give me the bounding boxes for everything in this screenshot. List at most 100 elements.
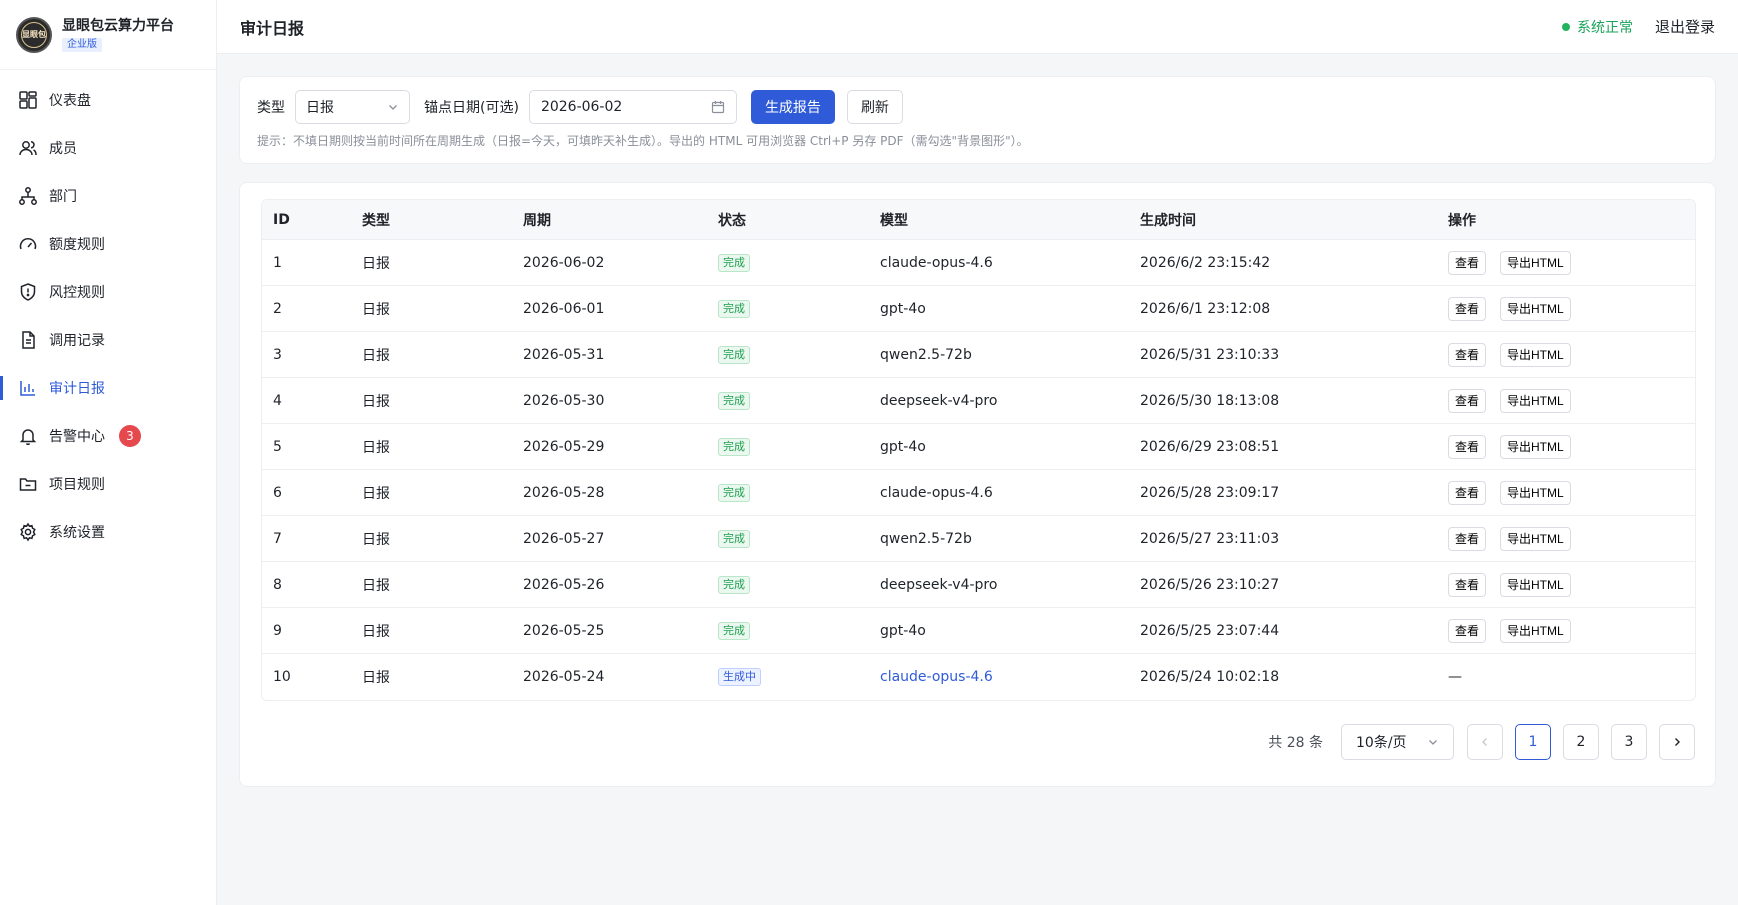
view-button[interactable]: 查看 [1448, 618, 1487, 643]
sidebar-item-risk-rules[interactable]: 风控规则 [0, 268, 216, 316]
chevron-down-icon [1429, 740, 1437, 745]
sidebar-item-project-rules[interactable]: 项目规则 [0, 460, 216, 508]
header-ops: 操作 [1448, 212, 1476, 229]
sidebar-nav: 仪表盘 成员 部门 额度规则 风控规则 调用记录 审计日报 告警中心 3 项目规… [0, 70, 216, 556]
cell-ops: 查看 导出HTML [1437, 434, 1695, 459]
model-name: claude-opus-4.6 [880, 669, 993, 685]
view-button[interactable]: 查看 [1448, 526, 1487, 551]
cell-time: 2026/6/2 23:15:42 [1140, 254, 1271, 271]
type-select[interactable]: 日报 [295, 90, 410, 124]
status-badge: 完成 [718, 299, 750, 318]
generate-report-button[interactable]: 生成报告 [750, 90, 835, 124]
status-badge: 完成 [718, 483, 750, 502]
edition-badge: 企业版 [62, 38, 102, 52]
sidebar-item-quota-rules[interactable]: 额度规则 [0, 220, 216, 268]
sidebar-item-label: 额度规则 [49, 237, 105, 253]
ops-placeholder: — [1448, 669, 1462, 685]
anchor-date-input[interactable]: 2026-06-02 [528, 90, 737, 124]
alert-count-badge: 3 [119, 425, 141, 447]
cell-period: 2026-05-30 [523, 392, 605, 409]
sidebar-item-call-logs[interactable]: 调用记录 [0, 316, 216, 364]
export-html-button[interactable]: 导出HTML [1500, 342, 1571, 367]
cell-ops: 查看 导出HTML [1437, 296, 1695, 321]
header-id: ID [273, 211, 290, 228]
table-body: 1 日报 2026-06-02 完成 claude-opus-4.6 2026/6/2 2… [262, 240, 1695, 700]
sidebar-item-label: 告警中心 [49, 429, 105, 445]
table-row: 5 日报 2026-05-29 完成 gpt-4o 2026/6/29 23:08:51 查… [262, 424, 1695, 470]
cell-ops: 查看 导出HTML [1437, 526, 1695, 551]
export-html-button[interactable]: 导出HTML [1500, 250, 1571, 275]
sidebar-item-alerts[interactable]: 告警中心 3 [0, 412, 216, 460]
logout-button[interactable]: 退出登录 [1655, 16, 1715, 37]
cell-status: 完成 [707, 529, 869, 548]
anchor-date-label: 锚点日期(可选) [424, 100, 519, 116]
cell-period: 2026-05-25 [523, 622, 605, 639]
view-button[interactable]: 查看 [1448, 434, 1487, 459]
bell-icon [19, 429, 37, 446]
cell-id: 9 [273, 622, 282, 639]
view-button[interactable]: 查看 [1448, 342, 1487, 367]
table-row: 4 日报 2026-05-30 完成 deepseek-v4-pro 2026/5/30 … [262, 378, 1695, 424]
cell-period: 2026-05-31 [523, 346, 605, 363]
cell-model: deepseek-v4-pro [869, 577, 1129, 593]
sidebar-item-audit-daily[interactable]: 审计日报 [0, 364, 216, 412]
view-button[interactable]: 查看 [1448, 480, 1487, 505]
anchor-date-value: 2026-06-02 [540, 99, 623, 115]
sidebar-item-departments[interactable]: 部门 [0, 172, 216, 220]
page-button-1[interactable]: 1 [1515, 724, 1551, 760]
model-name: deepseek-v4-pro [880, 392, 998, 409]
page-size-select[interactable]: 10条/页 [1341, 724, 1454, 760]
cell-type: 日报 [362, 623, 390, 640]
cell-ops: 查看 导出HTML [1437, 342, 1695, 367]
prev-page-button[interactable] [1467, 724, 1503, 760]
view-button[interactable]: 查看 [1448, 388, 1487, 413]
export-html-button[interactable]: 导出HTML [1500, 434, 1571, 459]
sidebar-item-settings[interactable]: 系统设置 [0, 508, 216, 556]
cell-type: 日报 [362, 577, 390, 594]
cell-ops: 查看 导出HTML [1437, 572, 1695, 597]
cell-period: 2026-06-02 [523, 254, 605, 271]
view-button[interactable]: 查看 [1448, 296, 1487, 321]
header-period: 周期 [523, 212, 551, 229]
sidebar-item-dashboard[interactable]: 仪表盘 [0, 76, 216, 124]
cell-period: 2026-05-29 [523, 438, 605, 455]
cell-status: 完成 [707, 437, 869, 456]
table-row: 2 日报 2026-06-01 完成 gpt-4o 2026/6/1 23:12:08 查看… [262, 286, 1695, 332]
cell-time: 2026/5/30 18:13:08 [1140, 392, 1280, 409]
export-html-button[interactable]: 导出HTML [1500, 296, 1571, 321]
status-badge: 完成 [718, 437, 750, 456]
cell-type: 日报 [362, 301, 390, 318]
cell-status: 完成 [707, 253, 869, 272]
export-html-button[interactable]: 导出HTML [1500, 480, 1571, 505]
sidebar-item-label: 调用记录 [49, 333, 105, 349]
sidebar-item-members[interactable]: 成员 [0, 124, 216, 172]
folder-icon [19, 478, 37, 491]
next-page-button[interactable] [1659, 724, 1695, 760]
cell-ops: — [1437, 669, 1695, 685]
export-html-button[interactable]: 导出HTML [1500, 526, 1571, 551]
bar-chart-icon [20, 381, 35, 396]
brand[interactable]: 显眼包 显眼包云算力平台 企业版 [0, 0, 216, 70]
export-html-button[interactable]: 导出HTML [1500, 618, 1571, 643]
status-badge: 完成 [718, 621, 750, 640]
view-button[interactable]: 查看 [1448, 572, 1487, 597]
model-name: gpt-4o [880, 622, 926, 639]
status-badge: 完成 [718, 345, 750, 364]
page-size-value: 10条/页 [1356, 735, 1407, 751]
export-html-button[interactable]: 导出HTML [1500, 572, 1571, 597]
total-count: 共 28 条 [1268, 735, 1323, 751]
export-html-button[interactable]: 导出HTML [1500, 388, 1571, 413]
calendar-icon [711, 101, 725, 114]
view-button[interactable]: 查看 [1448, 250, 1487, 275]
model-name: claude-opus-4.6 [880, 484, 993, 501]
status-badge: 生成中 [718, 668, 761, 686]
refresh-button[interactable]: 刷新 [846, 90, 903, 124]
cell-type: 日报 [362, 347, 390, 364]
document-icon [22, 331, 35, 349]
cell-model: claude-opus-4.6 [869, 669, 1129, 685]
page-button-2[interactable]: 2 [1563, 724, 1599, 760]
cell-time: 2026/5/25 23:07:44 [1140, 622, 1280, 639]
cell-period: 2026-06-01 [523, 300, 605, 317]
status-badge: 完成 [718, 575, 750, 594]
page-button-3[interactable]: 3 [1611, 724, 1647, 760]
